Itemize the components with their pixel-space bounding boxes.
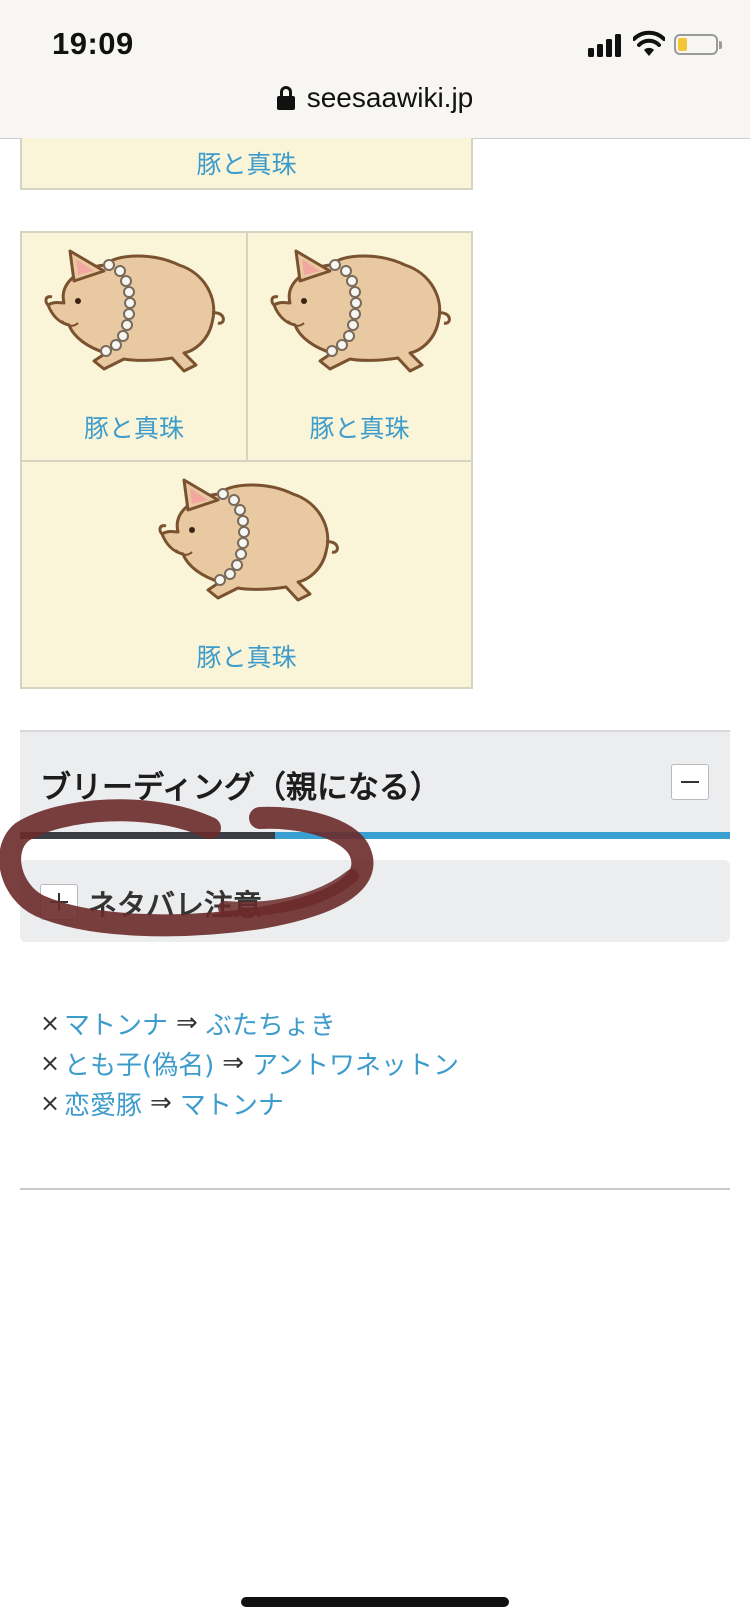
section-underline-accent xyxy=(20,832,275,839)
pig-image[interactable] xyxy=(34,243,234,383)
divider xyxy=(20,1188,730,1190)
arrow-icon: ⇒ xyxy=(150,1088,172,1118)
url-domain: seesaawiki.jp xyxy=(306,82,474,113)
arrow-icon: ⇒ xyxy=(222,1048,245,1078)
home-indicator[interactable] xyxy=(241,1597,509,1607)
image-caption-link[interactable]: 豚と真珠 xyxy=(22,638,471,674)
child-link[interactable]: アントワネットン xyxy=(252,1045,459,1082)
browser-top-bar: 19:09 seesaawiki.jp xyxy=(0,0,750,139)
parent-link[interactable]: とも子(偽名) xyxy=(64,1045,214,1082)
parent-link[interactable]: 恋愛豚 xyxy=(64,1085,142,1122)
image-caption-link[interactable]: 豚と真珠 xyxy=(248,409,471,445)
gallery-cell-partial: 豚と真珠 xyxy=(20,138,473,190)
section-title: ブリーディング（親になる） xyxy=(40,770,441,806)
list-item: × 恋愛豚 ⇒ マトンナ xyxy=(40,1083,459,1123)
parent-link[interactable]: マトンナ xyxy=(64,1005,168,1042)
wifi-icon xyxy=(633,30,665,56)
image-caption-link[interactable]: 豚と真珠 xyxy=(196,145,296,181)
list-item: × マトンナ ⇒ ぶたちょき xyxy=(40,1003,459,1043)
cross-mark: × xyxy=(40,1049,61,1077)
lock-icon xyxy=(276,86,295,110)
gallery-cell[interactable]: 豚と真珠 xyxy=(22,462,471,687)
image-gallery: 豚と真珠 豚と真珠 豚と真珠 xyxy=(20,231,473,689)
child-link[interactable]: ぶたちょき xyxy=(206,1005,336,1042)
gallery-cell[interactable]: 豚と真珠 xyxy=(248,233,471,460)
image-caption-link[interactable]: 豚と真珠 xyxy=(22,409,246,445)
arrow-icon: ⇒ xyxy=(176,1008,198,1038)
spoiler-toggle[interactable]: ネタバレ注意 xyxy=(20,860,730,942)
list-item: × とも子(偽名) ⇒ アントワネットン xyxy=(40,1043,459,1083)
address-bar[interactable]: seesaawiki.jp xyxy=(0,76,750,120)
cross-mark: × xyxy=(40,1009,61,1037)
pig-image[interactable] xyxy=(260,243,460,383)
minus-icon xyxy=(681,781,699,783)
status-time: 19:09 xyxy=(52,26,134,61)
spoiler-label: ネタバレ注意 xyxy=(88,888,263,922)
collapse-button[interactable] xyxy=(671,764,709,800)
battery-icon xyxy=(674,34,722,55)
gallery-cell[interactable]: 豚と真珠 xyxy=(22,233,246,460)
child-link[interactable]: マトンナ xyxy=(180,1085,284,1122)
section-header: ブリーディング（親になる） xyxy=(20,730,730,832)
breeding-list: × マトンナ ⇒ ぶたちょき × とも子(偽名) ⇒ アントワネットン × 恋愛… xyxy=(40,1003,459,1123)
cross-mark: × xyxy=(40,1089,61,1117)
expand-button[interactable] xyxy=(40,884,78,920)
cellular-signal-icon xyxy=(588,33,624,57)
pig-image[interactable] xyxy=(148,472,348,612)
